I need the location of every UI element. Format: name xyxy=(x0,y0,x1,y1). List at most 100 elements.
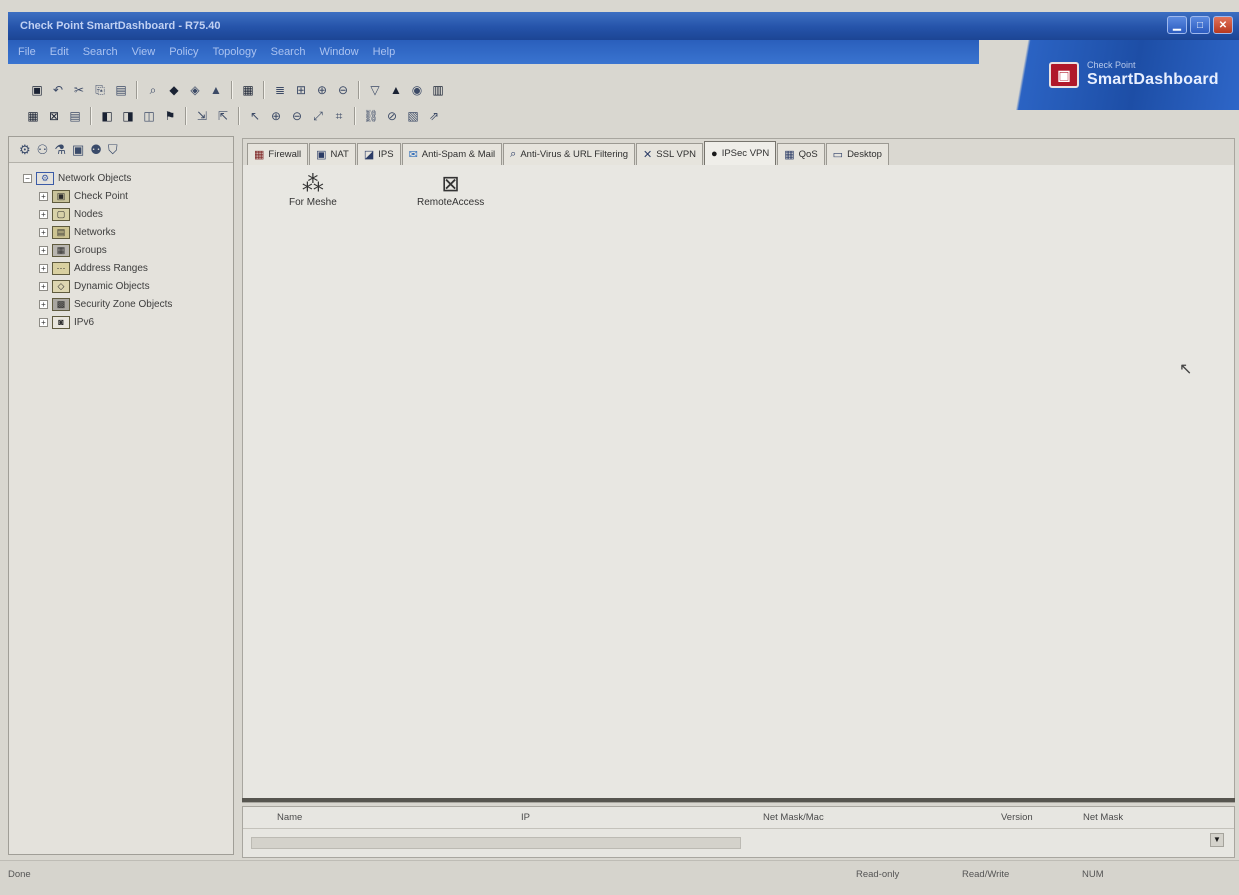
add-button[interactable]: ⊕ xyxy=(313,81,331,99)
rule-button[interactable]: ≣ xyxy=(271,81,289,99)
arrange-button[interactable]: ⌗ xyxy=(330,107,348,125)
tab-nat[interactable]: ▣ NAT xyxy=(309,143,356,165)
policy-tabs: ▦ Firewall ▣ NAT ◪ IPS ✉ Anti-Spam & Mai… xyxy=(243,139,1234,165)
verify-button[interactable]: ◈ xyxy=(186,81,204,99)
minimize-button[interactable]: ▁ xyxy=(1167,16,1187,34)
undo-button[interactable]: ↶ xyxy=(49,81,67,99)
expand-icon[interactable]: + xyxy=(39,191,48,201)
users-tab-icon[interactable]: ⚉ xyxy=(90,142,102,158)
menu-topology[interactable]: Topology xyxy=(213,46,257,58)
log-button[interactable]: ◉ xyxy=(408,81,426,99)
tree-item-address-ranges[interactable]: + ⋯ Address Ranges xyxy=(9,259,233,277)
community-remote-access[interactable]: ⊠ RemoteAccess xyxy=(417,173,484,209)
expand-icon[interactable]: + xyxy=(39,281,48,291)
view-button[interactable]: ▲ xyxy=(207,81,225,99)
fit-button[interactable]: ⤢ xyxy=(309,107,327,125)
expand-icon[interactable]: + xyxy=(39,317,48,327)
zoom-in-button[interactable]: ⊕ xyxy=(267,107,285,125)
flag-button[interactable]: ⚑ xyxy=(161,107,179,125)
filter-button[interactable]: ▽ xyxy=(366,81,384,99)
tab-label: IPSec VPN xyxy=(721,148,770,159)
menu-edit[interactable]: Edit xyxy=(50,46,69,58)
paste-button[interactable]: ▤ xyxy=(112,81,130,99)
install-button[interactable]: ◆ xyxy=(165,81,183,99)
show-button[interactable]: ⇱ xyxy=(214,107,232,125)
copy-button[interactable]: ⎘ xyxy=(91,81,109,99)
tree-item-security-zone-objects[interactable]: + ▩ Security Zone Objects xyxy=(9,295,233,313)
tree-item-check-point[interactable]: + ▣ Check Point xyxy=(9,187,233,205)
tab-qos[interactable]: ▦ QoS xyxy=(777,143,825,165)
book-button[interactable]: ▥ xyxy=(429,81,447,99)
column-ip[interactable]: IP xyxy=(521,812,530,823)
qos-icon: ▦ xyxy=(784,149,795,161)
column-version[interactable]: Version xyxy=(1001,812,1033,823)
tree-item-dynamic-objects[interactable]: + ◇ Dynamic Objects xyxy=(9,277,233,295)
unlink-button[interactable]: ⊘ xyxy=(383,107,401,125)
close-button[interactable]: ✕ xyxy=(1213,16,1233,34)
delete-button[interactable]: ⊖ xyxy=(334,81,352,99)
toolbar-separator xyxy=(136,81,138,99)
layout-button[interactable]: ▦ xyxy=(24,107,42,125)
map-button[interactable]: ▧ xyxy=(404,107,422,125)
tab-anti-spam-mail[interactable]: ✉ Anti-Spam & Mail xyxy=(401,143,503,165)
menu-file[interactable]: File xyxy=(18,46,36,58)
scroll-down-button[interactable]: ▼ xyxy=(1210,833,1224,847)
column-name[interactable]: Name xyxy=(277,812,302,823)
column-netmask-mac[interactable]: Net Mask/Mac xyxy=(763,812,824,823)
network-button[interactable]: ▦ xyxy=(239,81,257,99)
ipv6-icon: ◙ xyxy=(52,315,70,329)
save-button[interactable]: ▣ xyxy=(28,81,46,99)
expand-icon[interactable]: + xyxy=(39,209,48,219)
maximize-button[interactable]: □ xyxy=(1190,16,1210,34)
community-for-meshe[interactable]: ⁂ For Meshe xyxy=(289,173,337,209)
tab-desktop[interactable]: ▭ Desktop xyxy=(825,143,889,165)
expand-icon[interactable]: + xyxy=(39,245,48,255)
find-button[interactable]: ⌕ xyxy=(144,81,162,99)
cut-button[interactable]: ✂ xyxy=(70,81,88,99)
tree-item-ipv6[interactable]: + ◙ IPv6 xyxy=(9,313,233,331)
expand-icon[interactable]: + xyxy=(39,299,48,309)
tree-label: Check Point xyxy=(74,190,128,202)
collapse-icon[interactable]: − xyxy=(23,173,32,183)
vpn-tab-icon[interactable]: ⛉ xyxy=(108,142,118,158)
tab-ipsec-vpn[interactable]: ● IPSec VPN xyxy=(704,141,777,165)
tree-root-network-objects[interactable]: − ⚙ Network Objects xyxy=(9,169,233,187)
tree-item-networks[interactable]: + ▤ Networks xyxy=(9,223,233,241)
menu-help[interactable]: Help xyxy=(373,46,396,58)
select-button[interactable]: ↖ xyxy=(246,107,264,125)
list-button[interactable]: ▤ xyxy=(66,107,84,125)
menu-search-2[interactable]: Search xyxy=(271,46,306,58)
zoom-out-button[interactable]: ⊖ xyxy=(288,107,306,125)
expand-icon[interactable]: + xyxy=(39,263,48,273)
tree-item-groups[interactable]: + ▦ Groups xyxy=(9,241,233,259)
panel-button[interactable]: ◧ xyxy=(98,107,116,125)
alert-button[interactable]: ▲ xyxy=(387,81,405,99)
tab-ssl-vpn[interactable]: ✕ SSL VPN xyxy=(636,143,704,165)
pane-splitter[interactable] xyxy=(242,798,1235,802)
table-button[interactable]: ⊞ xyxy=(292,81,310,99)
grid-button[interactable]: ⊠ xyxy=(45,107,63,125)
panel2-button[interactable]: ◨ xyxy=(119,107,137,125)
objects-tab-icon[interactable]: ⚙ xyxy=(19,142,31,158)
servers-tab-icon[interactable]: ▣ xyxy=(72,142,84,158)
menu-policy[interactable]: Policy xyxy=(169,46,198,58)
column-netmask[interactable]: Net Mask xyxy=(1083,812,1123,823)
nat-icon: ▣ xyxy=(316,149,327,161)
tab-anti-virus-url[interactable]: ⌕ Anti-Virus & URL Filtering xyxy=(503,143,636,165)
horizontal-scrollbar[interactable] xyxy=(251,837,741,849)
expand-icon[interactable]: + xyxy=(39,227,48,237)
add-icon: ⊕ xyxy=(316,83,328,97)
menu-window[interactable]: Window xyxy=(319,46,358,58)
export-button[interactable]: ⇗ xyxy=(425,107,443,125)
menu-search[interactable]: Search xyxy=(83,46,118,58)
hide-button[interactable]: ⇲ xyxy=(193,107,211,125)
link-button[interactable]: ⛓ xyxy=(362,107,380,125)
table-icon: ⊞ xyxy=(295,83,307,97)
resources-tab-icon[interactable]: ⚗ xyxy=(54,142,66,158)
services-tab-icon[interactable]: ⚇ xyxy=(37,142,49,158)
tab-firewall[interactable]: ▦ Firewall xyxy=(247,143,309,165)
tab-ips[interactable]: ◪ IPS xyxy=(356,143,401,165)
split-button[interactable]: ◫ xyxy=(140,107,158,125)
menu-view[interactable]: View xyxy=(132,46,156,58)
tree-item-nodes[interactable]: + ▢ Nodes xyxy=(9,205,233,223)
